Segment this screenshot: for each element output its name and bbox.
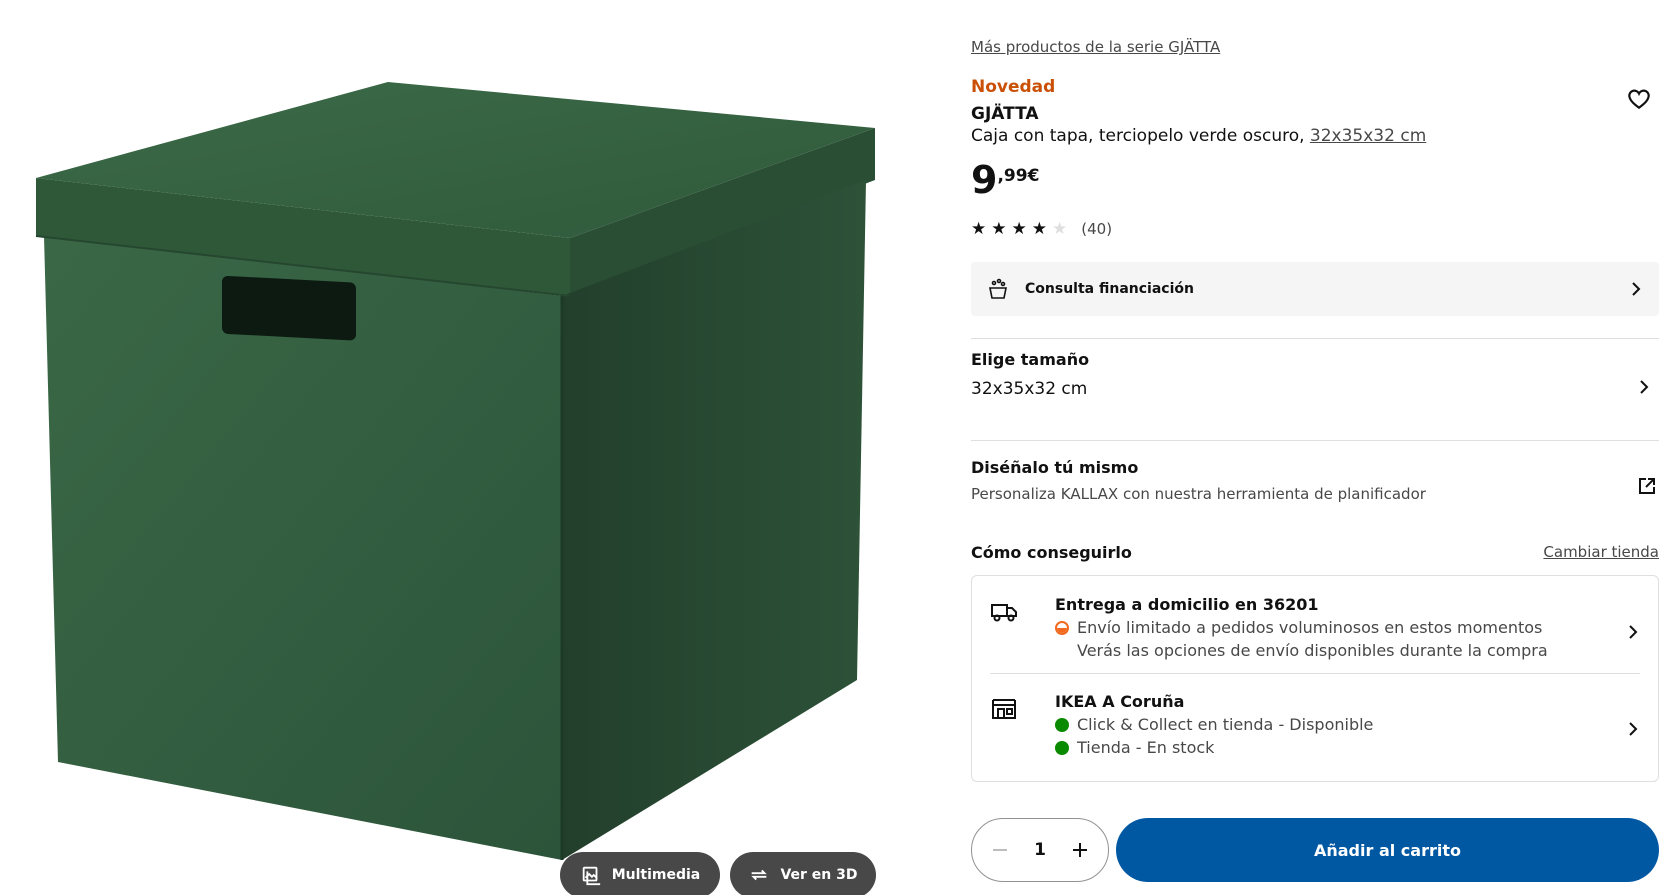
product-gallery[interactable]: Multimedia Ver en 3D (0, 0, 880, 895)
store-stock-status: Tienda - En stock (1055, 738, 1640, 757)
view-3d-label: Ver en 3D (780, 867, 858, 883)
product-image[interactable] (0, 0, 880, 895)
size-selector[interactable]: Elige tamaño 32x35x32 cm (971, 350, 1659, 420)
store-title: IKEA A Coruña (1055, 692, 1185, 711)
view-3d-button[interactable]: Ver en 3D (730, 852, 876, 895)
new-badge: Novedad (971, 77, 1056, 97)
delivery-status-text: Envío limitado a pedidos voluminosos en … (1077, 618, 1543, 637)
gallery-icon (582, 866, 600, 886)
divider (971, 338, 1659, 339)
product-description: Caja con tapa, terciopelo verde oscuro, … (971, 126, 1426, 146)
divider (990, 673, 1640, 674)
star-icon: ★ (971, 218, 987, 239)
rating-count: (40) (1081, 220, 1113, 238)
product-name: GJÄTTA (971, 104, 1039, 124)
price-integer: 9 (971, 158, 998, 202)
favourite-button[interactable] (1626, 86, 1652, 112)
decrease-quantity-button[interactable] (988, 838, 1012, 862)
multimedia-label: Multimedia (611, 867, 701, 883)
size-link[interactable]: 32x35x32 cm (1310, 126, 1426, 146)
in-stock-status-dot (1055, 740, 1069, 755)
store-stock-text: Tienda - En stock (1077, 738, 1215, 757)
star-icon: ★ (1031, 218, 1047, 239)
rating[interactable]: ★ ★ ★ ★ ★ (40) (971, 220, 1112, 238)
heart-icon (1628, 89, 1650, 109)
design-yourself-link[interactable]: Diséñalo tú mismo Personaliza KALLAX con… (971, 458, 1659, 518)
truck-icon (991, 604, 1017, 622)
store-availability-item[interactable]: IKEA A Coruña Click & Collect en tienda … (990, 692, 1640, 757)
financing-banner[interactable]: Consulta financiación (971, 262, 1659, 316)
financing-label: Consulta financiación (1025, 281, 1194, 297)
design-subtitle: Personaliza KALLAX con nuestra herramien… (971, 485, 1426, 503)
click-collect-text: Click & Collect en tienda - Disponible (1077, 715, 1374, 734)
chevron-right-icon (1629, 625, 1638, 639)
limited-status-dot (1055, 620, 1069, 635)
home-delivery-item[interactable]: Entrega a domicilio en 36201 Envío limit… (990, 595, 1640, 660)
external-link-icon (1639, 478, 1655, 494)
star-icon: ★ (1052, 218, 1068, 239)
divider (971, 440, 1659, 441)
click-collect-status: Click & Collect en tienda - Disponible (1055, 715, 1640, 734)
product-description-text: Caja con tapa, terciopelo verde oscuro, (971, 126, 1310, 146)
delivery-title: Entrega a domicilio en 36201 (1055, 595, 1319, 614)
add-to-cart-button[interactable]: Añadir al carrito (1116, 818, 1659, 882)
quantity-value[interactable]: 1 (1034, 840, 1046, 860)
size-title: Elige tamaño (971, 350, 1090, 369)
multimedia-button[interactable]: Multimedia (560, 852, 720, 895)
store-icon (992, 699, 1016, 719)
increase-quantity-button[interactable] (1068, 838, 1092, 862)
chevron-right-icon (1629, 722, 1638, 736)
rotate-3d-icon (751, 869, 768, 881)
price: 9 ,99€ (971, 160, 1039, 200)
change-store-link[interactable]: Cambiar tienda (1543, 543, 1659, 561)
quantity-stepper: 1 (971, 818, 1109, 882)
delivery-status: Envío limitado a pedidos voluminosos en … (1055, 618, 1640, 637)
chevron-right-icon (1632, 282, 1641, 296)
delivery-note: Verás las opciones de envío disponibles … (1077, 641, 1548, 660)
price-decimals: ,99€ (997, 166, 1040, 186)
rating-stars: ★ ★ ★ ★ ★ (971, 218, 1068, 239)
star-icon: ★ (991, 218, 1007, 239)
chevron-right-icon (1640, 380, 1649, 394)
design-title: Diséñalo tú mismo (971, 458, 1139, 477)
plus-icon (1073, 843, 1087, 857)
availability-title: Cómo conseguirlo (971, 543, 1132, 562)
financing-icon (989, 278, 1007, 299)
available-status-dot (1055, 717, 1069, 732)
series-link[interactable]: Más productos de la serie GJÄTTA (971, 38, 1220, 56)
size-value: 32x35x32 cm (971, 379, 1088, 399)
minus-icon (993, 849, 1007, 851)
availability-card: Entrega a domicilio en 36201 Envío limit… (971, 575, 1659, 782)
star-icon: ★ (1011, 218, 1027, 239)
